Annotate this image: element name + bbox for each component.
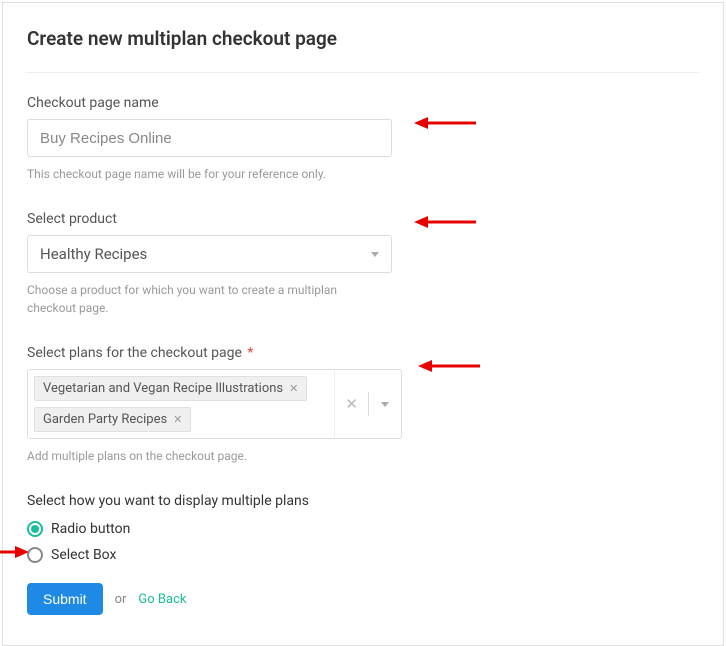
divider xyxy=(27,72,699,73)
plans-multiselect[interactable]: Vegetarian and Vegan Recipe Illustration… xyxy=(27,369,402,439)
plans-label: Select plans for the checkout page * xyxy=(27,345,699,361)
page-name-input[interactable] xyxy=(27,119,392,157)
display-label: Select how you want to display multiple … xyxy=(27,493,699,509)
plan-tag: Garden Party Recipes ✕ xyxy=(34,407,191,432)
product-label: Select product xyxy=(27,211,699,227)
or-text: or xyxy=(115,592,127,607)
plans-helper: Add multiple plans on the checkout page. xyxy=(27,447,387,465)
plan-tag: Vegetarian and Vegan Recipe Illustration… xyxy=(34,376,307,401)
plans-group: Select plans for the checkout page * Veg… xyxy=(27,345,699,465)
product-value: Healthy Recipes xyxy=(40,245,147,263)
plans-tags: Vegetarian and Vegan Recipe Illustration… xyxy=(28,370,334,438)
product-helper: Choose a product for which you want to c… xyxy=(27,281,387,317)
product-group: Select product Healthy Recipes Choose a … xyxy=(27,211,699,317)
form-actions: Submit or Go Back xyxy=(27,583,699,615)
display-option-radio[interactable]: Radio button xyxy=(27,521,699,537)
display-radio-group: Radio button Select Box xyxy=(27,521,699,563)
clear-all-icon[interactable]: ✕ xyxy=(335,395,368,413)
plan-tag-label: Garden Party Recipes xyxy=(43,412,167,427)
plan-tag-label: Vegetarian and Vegan Recipe Illustration… xyxy=(43,381,283,396)
radio-icon xyxy=(27,521,43,537)
multiselect-dropdown-toggle[interactable] xyxy=(369,402,401,407)
page-name-label: Checkout page name xyxy=(27,95,699,111)
product-select[interactable]: Healthy Recipes xyxy=(27,235,392,273)
chevron-down-icon xyxy=(371,252,379,257)
go-back-link[interactable]: Go Back xyxy=(138,592,186,607)
display-option-label: Radio button xyxy=(51,521,130,537)
remove-tag-icon[interactable]: ✕ xyxy=(289,383,298,394)
chevron-down-icon xyxy=(381,402,389,407)
page-title: Create new multiplan checkout page xyxy=(27,27,699,50)
display-option-label: Select Box xyxy=(51,547,116,563)
multiselect-controls: ✕ xyxy=(334,370,401,438)
required-indicator: * xyxy=(247,345,253,361)
radio-icon xyxy=(27,547,43,563)
remove-tag-icon[interactable]: ✕ xyxy=(173,414,182,425)
page-name-group: Checkout page name This checkout page na… xyxy=(27,95,699,183)
display-group: Select how you want to display multiple … xyxy=(27,493,699,563)
page-name-helper: This checkout page name will be for your… xyxy=(27,165,387,183)
plans-label-text: Select plans for the checkout page xyxy=(27,345,242,361)
submit-button[interactable]: Submit xyxy=(27,583,103,615)
display-option-select[interactable]: Select Box xyxy=(27,547,699,563)
